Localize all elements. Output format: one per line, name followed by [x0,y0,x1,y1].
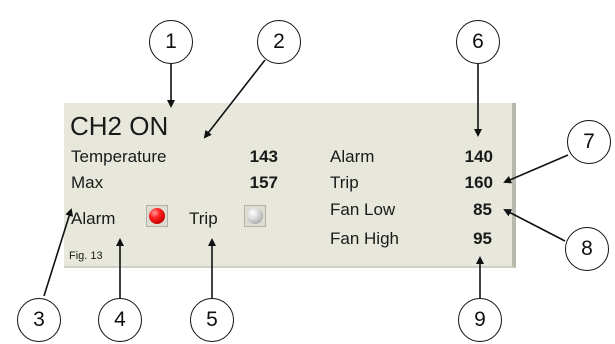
arrow-3 [43,208,74,297]
callout-2: 2 [257,20,301,64]
callout-8: 8 [565,227,609,271]
callout-1: 1 [149,20,193,64]
callout-6: 6 [456,20,500,64]
arrow-7 [503,154,569,184]
callout-4: 4 [98,298,142,342]
callout-3: 3 [17,298,61,342]
callout-7: 7 [567,120,611,164]
arrow-8 [503,209,566,242]
callout-9: 9 [458,298,502,342]
arrow-2 [203,59,266,139]
callout-arrows [43,59,569,299]
callout-5: 5 [190,298,234,342]
